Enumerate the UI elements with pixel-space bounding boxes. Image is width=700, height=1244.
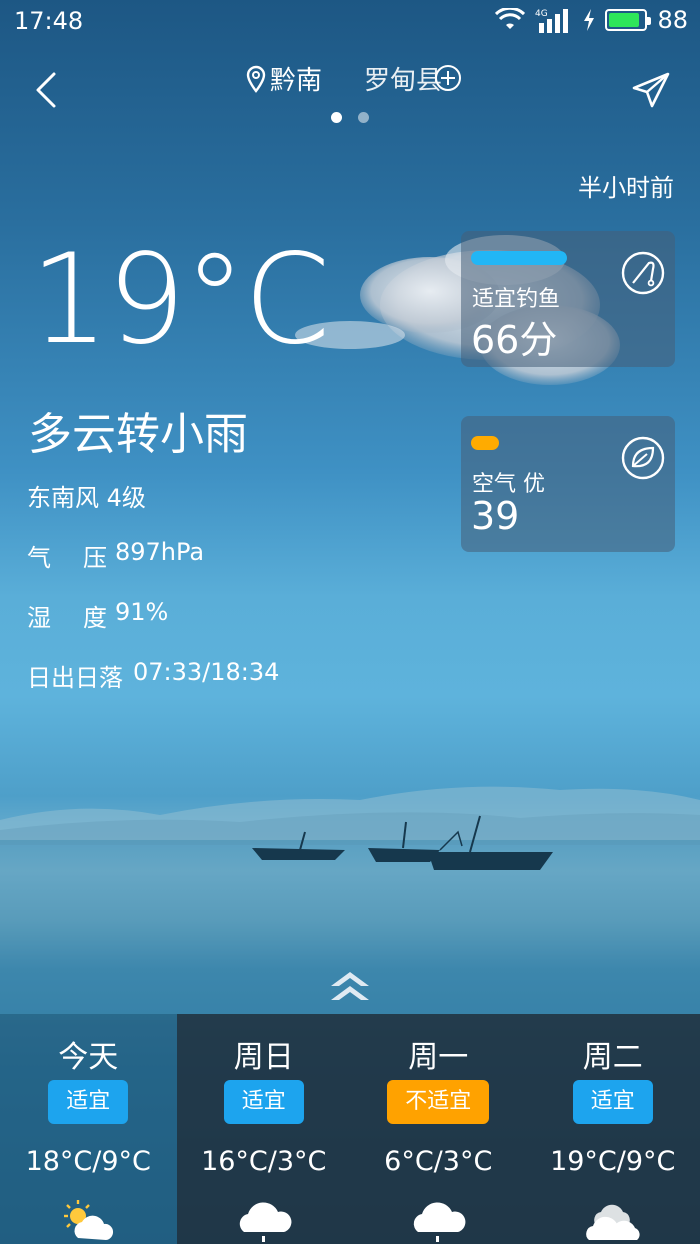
location-tab-label: 黔南: [270, 66, 323, 96]
forecast-day-sunday[interactable]: 周日 适宜 16°C/3°C: [176, 1014, 351, 1244]
sun-value: 07:33/18:34: [133, 658, 280, 686]
location-tab-luodian[interactable]: 罗甸县: [364, 60, 442, 97]
leaf-icon: [621, 436, 665, 480]
forecast-status-badge: 不适宜: [387, 1080, 490, 1124]
pressure-label: 气压: [27, 544, 107, 572]
battery-percent: 88: [657, 6, 688, 34]
fishing-rod-icon: [621, 251, 665, 295]
location-tab-label: 罗甸县: [364, 66, 443, 96]
location-pin-icon: [246, 65, 266, 93]
forecast-day-name: 周日: [233, 1040, 294, 1075]
fishing-index-card[interactable]: 适宜钓鱼 66分: [461, 231, 675, 367]
back-button[interactable]: [26, 68, 70, 112]
forecast-strip: 今天 适宜 18°C/9°C 周日 适宜 16°C/3°C 周一 不适宜 6°C…: [0, 1014, 700, 1244]
forecast-day-monday[interactable]: 周一 不适宜 6°C/3°C: [351, 1014, 526, 1244]
wind-info: 东南风 4级: [27, 484, 146, 512]
forecast-temp: 16°C/3°C: [201, 1146, 327, 1177]
signal-icon: 4G: [535, 9, 569, 33]
forecast-temp: 6°C/3°C: [384, 1146, 493, 1177]
status-time: 17:48: [14, 7, 84, 35]
sunrise-sunset-info: 日出日落 07:33/18:34: [27, 658, 279, 693]
forecast-day-tuesday[interactable]: 周二 适宜 19°C/9°C: [525, 1014, 700, 1244]
weather-condition: 多云转小雨: [28, 409, 248, 460]
current-temperature: 19°C: [30, 228, 330, 372]
status-icons: 4G 88: [495, 6, 688, 34]
humidity-value: 91%: [115, 598, 169, 626]
fishing-index-bar: [471, 251, 567, 265]
rain-cloud-icon: [239, 1202, 292, 1242]
wifi-icon: [495, 8, 526, 29]
air-quality-card[interactable]: 空气 优 39: [461, 416, 675, 552]
pressure-value: 897hPa: [115, 538, 205, 566]
add-location-button[interactable]: [434, 64, 462, 92]
location-tab-qiannan[interactable]: 黔南: [246, 60, 322, 97]
forecast-day-name: 今天: [58, 1040, 119, 1075]
fishing-index-value: 66分: [471, 318, 558, 362]
battery-icon: [605, 9, 652, 31]
charging-icon: [584, 9, 595, 31]
pressure-info: 气压 897hPa: [27, 538, 204, 573]
forecast-status-badge: 适宜: [48, 1080, 129, 1124]
humidity-label: 湿度: [27, 604, 107, 632]
forecast-status-badge: 适宜: [572, 1080, 653, 1124]
status-bar: 17:48 4G 88: [0, 0, 700, 44]
battery-fill: [609, 13, 640, 27]
forecast-day-name: 周一: [408, 1040, 469, 1075]
forecast-day-name: 周二: [582, 1040, 643, 1075]
air-quality-bar: [471, 436, 499, 450]
partly-sunny-icon: [64, 1200, 114, 1240]
update-time: 半小时前: [578, 174, 674, 202]
forecast-temp: 18°C/9°C: [25, 1146, 151, 1177]
rain-cloud-icon: [414, 1202, 466, 1242]
humidity-info: 湿度 91%: [27, 598, 168, 633]
expand-up-button[interactable]: [329, 966, 371, 1002]
page-indicator-dot: [358, 112, 369, 123]
share-button[interactable]: [630, 70, 672, 110]
sun-label: 日出日落: [27, 664, 123, 692]
forecast-status-badge: 适宜: [223, 1080, 304, 1124]
cloudy-icon: [585, 1204, 640, 1240]
svg-text:4G: 4G: [535, 9, 548, 19]
forecast-temp: 19°C/9°C: [550, 1146, 676, 1177]
forecast-day-today[interactable]: 今天 适宜 18°C/9°C: [0, 1014, 177, 1244]
air-quality-value: 39: [471, 494, 520, 538]
page-indicator-dot-active: [331, 112, 342, 123]
